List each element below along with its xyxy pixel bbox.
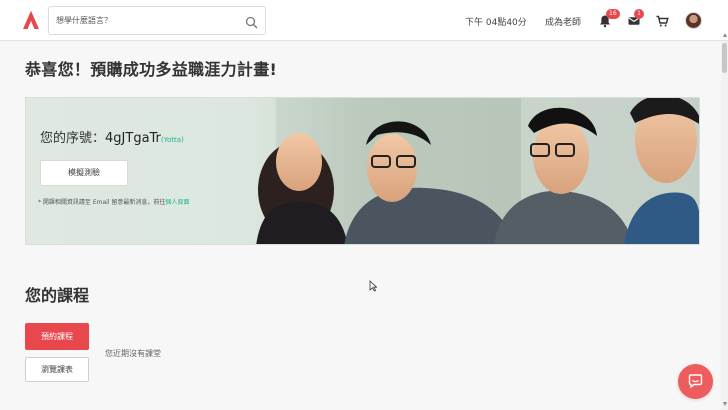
serial-code: 4gJTgaTr — [105, 131, 161, 146]
chat-widget-button[interactable] — [678, 364, 713, 399]
email-notice: * 開課相關資訊請至 Email 留意最新消息，前往個人頁面 — [38, 197, 189, 206]
serial-number: 您的序號：4gJTgaTr(Yotta) — [40, 127, 184, 146]
book-course-button[interactable]: 預約課程 — [25, 323, 89, 350]
serial-note-close: ) — [181, 136, 184, 144]
cart-icon[interactable] — [655, 13, 669, 27]
scroll-up-arrow-icon[interactable] — [723, 33, 727, 37]
page-title: 恭喜您！預購成功多益職涯力計畫! — [25, 60, 278, 79]
serial-note: Yotta — [163, 136, 182, 144]
current-time: 下午 04點40分 — [465, 18, 527, 28]
scroll-down-arrow-icon[interactable] — [723, 402, 727, 406]
brand-logo-icon[interactable] — [22, 10, 40, 30]
serial-banner: 您的序號：4gJTgaTr(Yotta) 模擬測驗 * 開課相關資訊請至 Ema… — [25, 97, 700, 245]
mock-exam-button[interactable]: 模擬測驗 — [40, 160, 128, 186]
search-input[interactable]: 想學什麼語言？ — [56, 15, 112, 26]
become-teacher-link[interactable]: 成為老師 — [545, 15, 581, 28]
scroll-thumb[interactable] — [722, 43, 727, 73]
user-avatar[interactable] — [685, 12, 702, 29]
message-count-badge: 1 — [634, 9, 644, 19]
notice-text: * 開課相關資訊請至 Email 留意最新消息，前往 — [38, 199, 166, 206]
mouse-pointer-icon — [369, 280, 377, 292]
search-box[interactable]: 想學什麼語言？ — [48, 6, 266, 35]
empty-courses-message: 您近期沒有課堂 — [105, 349, 161, 358]
search-icon[interactable] — [245, 14, 258, 29]
notification-count-badge: 16 — [606, 9, 620, 19]
vertical-scrollbar[interactable] — [721, 41, 728, 410]
browse-schedule-button[interactable]: 瀏覽課表 — [25, 357, 89, 382]
chat-bubble-icon — [688, 373, 703, 389]
serial-label: 您的序號： — [40, 131, 106, 146]
profile-page-link[interactable]: 個人頁面 — [165, 199, 189, 206]
courses-section-title: 您的課程 — [25, 286, 90, 305]
top-navbar: 想學什麼語言？ 下午 04點40分 成為老師 16 1 — [0, 0, 728, 41]
